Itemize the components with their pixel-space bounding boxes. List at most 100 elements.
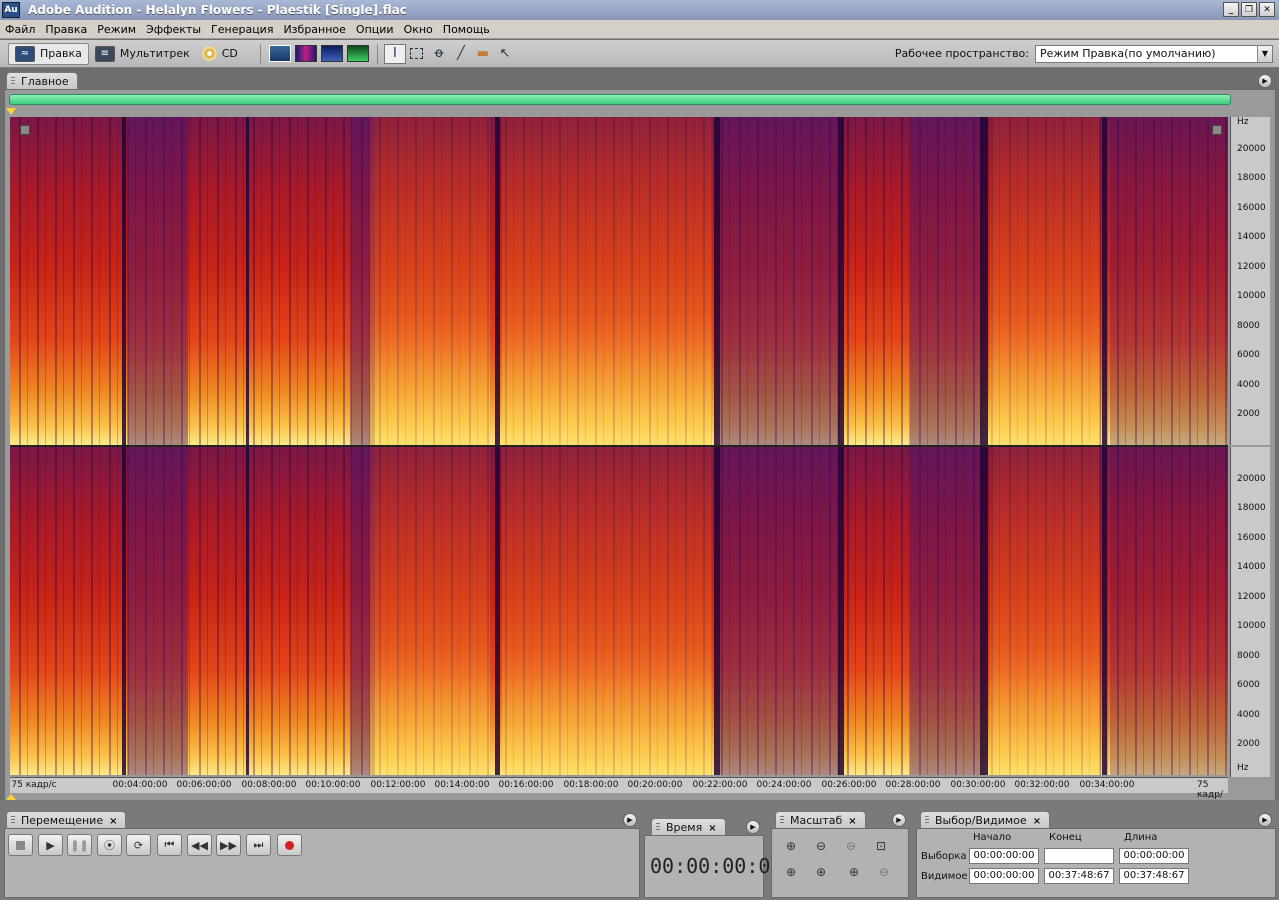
hz-tick-label: 2000 xyxy=(1237,739,1260,749)
hz-tick-label: 6000 xyxy=(1237,680,1260,690)
time-ruler[interactable]: 75 кадр/с 00:04:00:00 00:06:00:00 00:08:… xyxy=(10,777,1228,810)
pause-button[interactable]: ❚❚ xyxy=(67,834,92,856)
end-column-header: Конец xyxy=(1049,832,1082,843)
zoom-to-selection-button[interactable]: ⊡ xyxy=(870,836,892,856)
spectral-region xyxy=(370,117,490,445)
hz-tick-label: 20000 xyxy=(1237,474,1266,484)
view-start-field[interactable]: 00:00:00:00 xyxy=(969,868,1039,884)
panel-menu-icon[interactable]: ▶ xyxy=(1258,74,1272,88)
zoom-out-vertical-button[interactable]: ⊖ xyxy=(873,862,895,882)
rewind-button[interactable]: ◀◀ xyxy=(187,834,212,856)
close-icon[interactable]: × xyxy=(1033,816,1041,827)
cd-mode-button[interactable]: CD xyxy=(196,43,244,65)
panel-menu-icon[interactable]: ▶ xyxy=(1258,813,1272,827)
frequency-ruler-left: Hz 20000 18000 16000 14000 12000 10000 8… xyxy=(1230,117,1270,445)
multitrack-mode-button[interactable]: ≡ Мультитрек xyxy=(89,43,196,65)
edit-mode-button[interactable]: ≈ Правка xyxy=(8,42,89,65)
fade-in-handle[interactable] xyxy=(20,125,30,135)
hz-tick-label: 14000 xyxy=(1237,562,1266,572)
stop-button[interactable] xyxy=(8,834,33,856)
menu-window[interactable]: Окно xyxy=(399,23,438,36)
panel-menu-icon[interactable]: ▶ xyxy=(746,820,760,834)
selection-end-field[interactable] xyxy=(1044,848,1114,864)
spectral-gap xyxy=(980,447,988,775)
healing-tool[interactable]: ▬ xyxy=(472,44,494,64)
hz-tick-label: 18000 xyxy=(1237,503,1266,513)
hz-tick-label: 18000 xyxy=(1237,173,1266,183)
spectral-gap xyxy=(1102,117,1107,445)
close-icon[interactable]: × xyxy=(848,816,856,827)
menu-options[interactable]: Опции xyxy=(351,23,399,36)
zoom-panel-tab[interactable]: Масштаб × xyxy=(775,811,866,828)
time-format-label-left: 75 кадр/с xyxy=(11,780,57,790)
time-panel-tab[interactable]: Время × xyxy=(651,818,726,835)
view-row-label: Видимое xyxy=(921,871,968,882)
hybrid-tool[interactable]: ↖ xyxy=(494,44,516,64)
spectral-gap xyxy=(495,447,500,775)
fade-out-handle[interactable] xyxy=(1212,125,1222,135)
zoom-out-full-button[interactable]: ⊖ xyxy=(840,836,862,856)
workspace-select[interactable]: Режим Правка(по умолчанию) ▼ xyxy=(1035,45,1273,63)
zoom-in-horizontal-button[interactable]: ⊕ xyxy=(780,836,802,856)
lasso-tool[interactable]: ꝋ xyxy=(428,44,450,64)
spectral-view-button[interactable] xyxy=(294,45,317,62)
play-from-cursor-button[interactable]: ⦿ xyxy=(97,834,122,856)
playhead-marker[interactable] xyxy=(6,108,16,115)
time-tick-label: 00:32:00:00 xyxy=(1014,780,1070,790)
play-button[interactable]: ▶ xyxy=(38,834,63,856)
brush-tool[interactable]: ╱ xyxy=(450,44,472,64)
menu-effects[interactable]: Эффекты xyxy=(141,23,206,36)
restore-button[interactable]: ❐ xyxy=(1241,2,1257,17)
pan-view-button[interactable] xyxy=(320,45,343,62)
loop-button[interactable]: ⟳ xyxy=(126,834,151,856)
spectral-gap xyxy=(122,447,126,775)
go-to-start-button[interactable]: ⏮ xyxy=(157,834,182,856)
close-icon[interactable]: × xyxy=(708,823,716,834)
close-icon[interactable]: × xyxy=(109,816,117,827)
close-button[interactable]: ✕ xyxy=(1259,2,1275,17)
menu-file[interactable]: Файл xyxy=(0,23,40,36)
title-bar: Au Adobe Audition - Helalyn Flowers - Pl… xyxy=(0,0,1279,20)
time-tick-label: 00:14:00:00 xyxy=(434,780,490,790)
spectral-region xyxy=(990,117,1100,445)
main-panel-tab[interactable]: Главное xyxy=(6,72,78,89)
edit-mode-label: Правка xyxy=(40,47,82,60)
spectrogram-right-channel[interactable] xyxy=(10,447,1228,775)
menu-mode[interactable]: Режим xyxy=(92,23,141,36)
minimize-button[interactable]: _ xyxy=(1223,2,1239,17)
chevron-down-icon: ▼ xyxy=(1257,46,1272,62)
zoom-out-horizontal-button[interactable]: ⊖ xyxy=(810,836,832,856)
waveform-view-button[interactable] xyxy=(268,45,291,62)
menu-favorites[interactable]: Избранное xyxy=(278,23,350,36)
spectral-region xyxy=(128,117,188,445)
phase-view-button[interactable] xyxy=(346,45,369,62)
spectral-gap xyxy=(495,117,500,445)
spectrogram-left-channel[interactable] xyxy=(10,117,1228,445)
go-to-end-button[interactable]: ⏭ xyxy=(246,834,271,856)
panel-menu-icon[interactable]: ▶ xyxy=(623,813,637,827)
transport-panel-tab[interactable]: Перемещение × xyxy=(6,811,127,828)
menu-generate[interactable]: Генерация xyxy=(206,23,278,36)
view-length-field[interactable]: 00:37:48:67 xyxy=(1119,868,1189,884)
selection-length-field[interactable]: 00:00:00:00 xyxy=(1119,848,1189,864)
spectral-region xyxy=(990,447,1100,775)
hz-tick-label: 20000 xyxy=(1237,144,1266,154)
hz-tick-label: 2000 xyxy=(1237,409,1260,419)
record-button[interactable] xyxy=(277,834,302,856)
selection-start-field[interactable]: 00:00:00:00 xyxy=(969,848,1039,864)
selection-panel-tab[interactable]: Выбор/Видимое × xyxy=(920,811,1051,828)
menu-bar: Файл Правка Режим Эффекты Генерация Избр… xyxy=(0,20,1279,39)
time-selection-tool[interactable]: I xyxy=(383,43,406,64)
fast-forward-button[interactable]: ▶▶ xyxy=(216,834,241,856)
panel-menu-icon[interactable]: ▶ xyxy=(892,813,906,827)
marquee-tool[interactable] xyxy=(406,44,428,64)
menu-help[interactable]: Помощь xyxy=(438,23,495,36)
menu-edit[interactable]: Правка xyxy=(40,23,92,36)
zoom-in-vertical-button[interactable]: ⊕ xyxy=(843,862,865,882)
view-end-field[interactable]: 00:37:48:67 xyxy=(1044,868,1114,884)
overview-bar[interactable] xyxy=(9,94,1231,105)
grip-icon xyxy=(11,77,15,86)
zoom-to-left-edge-button[interactable]: ⊕ xyxy=(780,862,802,882)
hz-tick-label: 6000 xyxy=(1237,350,1260,360)
zoom-to-right-edge-button[interactable]: ⊕ xyxy=(810,862,832,882)
